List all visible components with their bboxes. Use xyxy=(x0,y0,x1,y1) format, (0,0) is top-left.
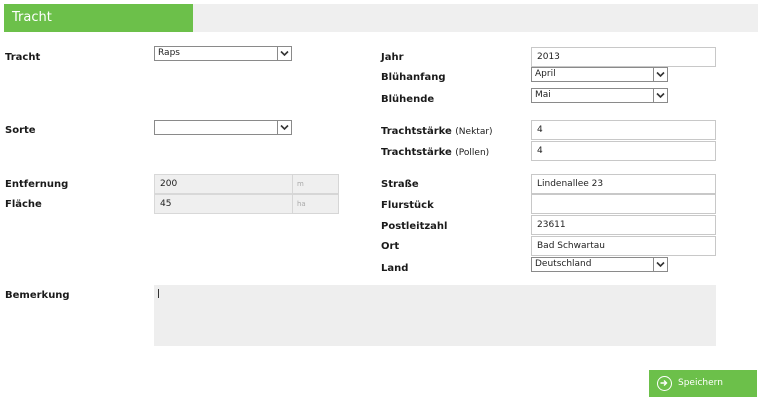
flaeche-label: Fläche xyxy=(5,199,42,210)
chevron-down-icon[interactable] xyxy=(653,258,667,271)
bluehende-label: Blühende xyxy=(381,94,435,105)
jahr-label: Jahr xyxy=(381,52,404,63)
trachtstaerke-nektar-label-main: Trachtstärke xyxy=(381,126,452,137)
bluehanfang-select[interactable]: April xyxy=(531,67,668,82)
trachtstaerke-pollen-input[interactable]: 4 xyxy=(531,141,716,161)
trachtstaerke-pollen-label: Trachtstärke (Pollen) xyxy=(381,146,489,160)
land-label: Land xyxy=(381,263,409,274)
chevron-down-icon[interactable] xyxy=(653,89,667,102)
trachtstaerke-nektar-input[interactable]: 4 xyxy=(531,120,716,140)
trachtstaerke-pollen-label-main: Trachtstärke xyxy=(381,147,452,158)
flurstueck-input[interactable] xyxy=(531,194,716,214)
page-title: Tracht xyxy=(4,4,193,32)
tracht-select[interactable]: Raps xyxy=(154,46,292,61)
bemerkung-textarea[interactable] xyxy=(154,285,716,346)
tracht-select-value: Raps xyxy=(158,48,180,58)
sorte-label: Sorte xyxy=(5,125,36,136)
chevron-down-icon[interactable] xyxy=(277,121,291,134)
jahr-input[interactable]: 2013 xyxy=(531,47,716,67)
bluehanfang-select-value: April xyxy=(535,69,556,79)
trachtstaerke-nektar-label: Trachtstärke (Nektar) xyxy=(381,125,493,139)
strasse-input[interactable]: Lindenallee 23 xyxy=(531,174,716,194)
chevron-down-icon[interactable] xyxy=(277,47,291,60)
ort-label: Ort xyxy=(381,241,400,252)
entfernung-unit: m xyxy=(292,174,339,194)
ort-input[interactable]: Bad Schwartau xyxy=(531,236,716,256)
flurstueck-label: Flurstück xyxy=(381,200,434,211)
bemerkung-label: Bemerkung xyxy=(5,290,70,301)
flaeche-unit: ha xyxy=(292,194,339,214)
bluehanfang-label: Blühanfang xyxy=(381,72,446,83)
text-caret xyxy=(158,289,159,298)
trachtstaerke-pollen-label-sub: (Pollen) xyxy=(455,148,490,158)
bluehende-select-value: Mai xyxy=(535,90,551,100)
land-select[interactable]: Deutschland xyxy=(531,257,668,272)
land-select-value: Deutschland xyxy=(535,259,592,269)
entfernung-input[interactable]: 200 xyxy=(154,174,293,194)
arrow-right-circle-icon xyxy=(657,376,672,391)
save-button-label: Speichern xyxy=(678,378,723,388)
postleitzahl-input[interactable]: 23611 xyxy=(531,215,716,235)
strasse-label: Straße xyxy=(381,179,419,190)
sorte-select[interactable] xyxy=(154,120,292,135)
flaeche-input[interactable]: 45 xyxy=(154,194,293,214)
chevron-down-icon[interactable] xyxy=(653,68,667,81)
entfernung-label: Entfernung xyxy=(5,179,69,190)
postleitzahl-label: Postleitzahl xyxy=(381,221,448,232)
tracht-label: Tracht xyxy=(5,52,41,63)
save-button[interactable]: Speichern xyxy=(649,370,757,397)
trachtstaerke-nektar-label-sub: (Nektar) xyxy=(455,127,493,137)
bluehende-select[interactable]: Mai xyxy=(531,88,668,103)
